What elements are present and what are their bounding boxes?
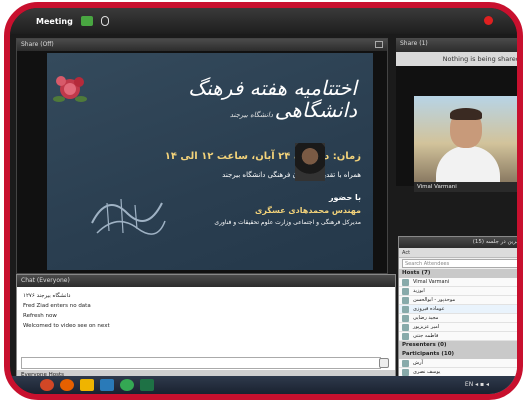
top-menu-bar: Meeting [10,8,517,34]
attendees-pod-title: حاضرین در جلسه (15) [399,237,517,248]
share-pod-header: Share (Off) [17,39,387,51]
attendee-row[interactable]: فاطمه جنتی [399,332,517,341]
attendee-name: مجید رضایی [413,315,439,321]
attendee-row[interactable]: عوماده فیروزی [399,305,523,314]
attendee-name: ابوزید [413,288,425,294]
recording-indicator-icon [484,16,493,25]
attendees-toolbar[interactable]: Act [399,248,517,258]
avatar-icon [402,369,409,376]
chat-message: Refresh now [23,313,57,319]
presenter-body [436,146,500,182]
calligraphy-logo-icon [91,198,166,235]
avatar-icon [402,306,409,313]
attendee-row[interactable]: آرش [399,359,517,368]
shared-slide: اختتامیه هفته فرهنگ دانشگاهی دانشگاه بیر… [47,53,373,270]
attendee-group-participants[interactable]: Participants (10) [399,350,517,359]
chrome-icon[interactable] [120,379,134,391]
attendee-name: فاطمه جنتی [413,333,439,339]
avatar-icon [402,288,409,295]
attendee-row[interactable]: امیر عزیزپور [399,323,517,332]
avatar-icon [402,324,409,331]
slide-speaker-role: مدیرکل فرهنگی و اجتماعی وزارت علوم تحقیق… [214,219,361,226]
share-status-text: Nothing is being shared. [396,52,517,66]
attendees-pod: حاضرین در جلسه (15) Act Search Attendees… [398,236,523,394]
speaker-photo [295,143,325,181]
microphone-icon [521,306,523,313]
avatar-icon [402,315,409,322]
attendees-search-input[interactable]: Search Attendees [402,259,517,268]
chat-message: ۱۲۷۶ دانشگاه بیرجند [23,293,71,299]
fullscreen-icon[interactable] [375,41,383,48]
attendee-name: Vimal Varmani [413,279,450,285]
slide-with-label: با حضور [328,193,361,202]
start-icon[interactable] [40,379,54,391]
excel-icon[interactable] [140,379,154,391]
windows-taskbar: EN ◂ ▪ ◂ [10,376,517,394]
avatar-icon [402,333,409,340]
webcam-video[interactable] [414,96,517,182]
slide-subtitle: دانشگاه بیرجند [229,111,273,119]
system-tray[interactable]: EN ◂ ▪ ◂ [465,381,489,388]
share-pod: Share (Off) اختتامیه هفته فرهنگ دانشگاهی… [16,38,388,274]
presenter-hair [450,108,482,120]
slide-note: همراه با تقدیر از فعالان فرهنگی دانشگاه … [222,171,361,179]
chat-message: Welcomed to video see on next [23,323,110,329]
avatar-icon [402,297,409,304]
attendee-row[interactable]: Vimal Varmani [399,278,523,287]
attendee-name: یوسف نصری [413,369,441,375]
slide-speaker-name: مهندس محمدهادی عسگری [255,206,361,215]
camera-icon[interactable] [80,16,93,26]
avatar-icon [402,360,409,367]
attendee-name: موحدپور - ابوالحسن [413,297,456,303]
avatar-icon [402,279,409,286]
microphone-icon[interactable] [100,16,109,26]
attendee-row[interactable]: مجید رضایی [399,314,517,323]
attendee-row[interactable]: موحدپور - ابوالحسن [399,296,517,305]
share-pod-title: Share (Off) [21,41,54,48]
chat-input[interactable] [21,357,381,369]
attendee-name: آرش [413,360,423,366]
attendee-row[interactable]: ابوزید [399,287,517,296]
attendee-name: امیر عزیزپور [413,324,440,330]
send-icon[interactable] [379,358,389,368]
meeting-menu[interactable]: Meeting [36,17,73,26]
media-player-icon[interactable] [100,379,114,391]
attendee-group-hosts[interactable]: Hosts (7) [399,269,517,278]
attendee-group-presenters[interactable]: Presenters (0) [399,341,517,350]
chat-pod: Chat (Everyone) ۱۲۷۶ دانشگاه بیرجند Fred… [16,274,396,382]
slide-time: زمان: دوشنبه ۲۴ آبان، ساعت ۱۲ الی ۱۴ [164,151,361,162]
firefox-icon[interactable] [60,379,74,391]
file-explorer-icon[interactable] [80,379,94,391]
camera-pod-title: Share (1) [400,40,428,47]
microphone-icon [521,279,523,286]
chat-message: Fred Ziad enters no data [23,303,91,309]
rose-decoration-icon [53,76,87,102]
camera-pod-header: Share (1) [396,38,517,52]
video-name-label: Vimal Varmani [414,182,517,192]
chat-pod-title: Chat (Everyone) [17,275,395,287]
attendee-name: عوماده فیروزی [413,306,445,312]
screen-frame: Meeting Share (Off) اختتامیه هفته فرهنگ … [4,2,523,400]
